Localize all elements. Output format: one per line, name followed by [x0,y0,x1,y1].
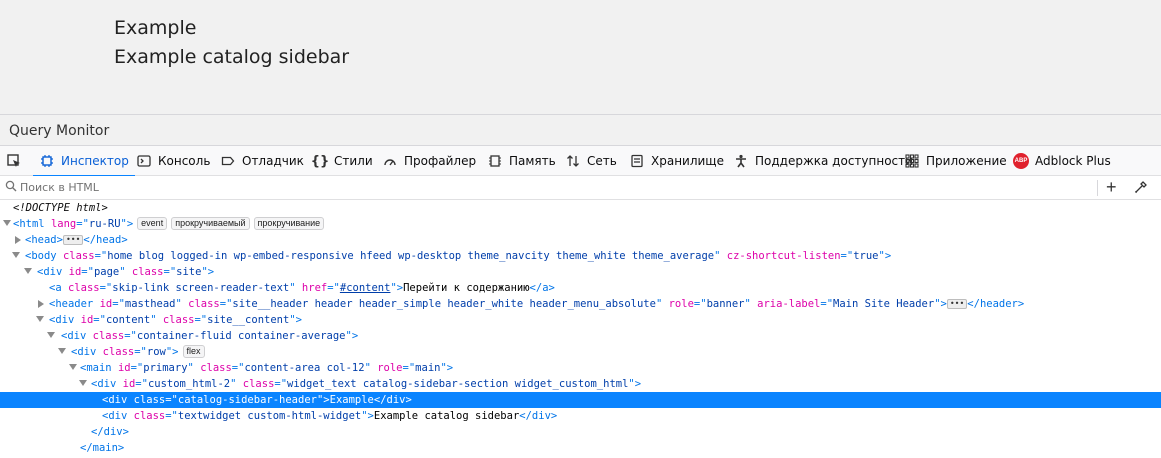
tree-row-selected[interactable]: <div class="catalog-sidebar-header">Exam… [0,392,1161,408]
tree-row-close-main[interactable]: </main> [0,440,1161,456]
tab-styles-label: Стили [334,154,373,168]
accessibility-icon [733,153,749,169]
catalog-sidebar-header-text: Example [114,17,197,39]
console-icon [136,153,152,169]
expand-toggle-icon[interactable] [12,252,20,258]
tab-accessibility[interactable]: Поддержка доступности [733,146,913,176]
scrolling-badge[interactable]: прокручивание [253,217,325,230]
tab-storage-label: Хранилище [651,154,724,168]
tree-row-widget[interactable]: <div id="custom_html-2" class="widget_te… [0,376,1161,392]
eyedropper-icon[interactable] [1134,180,1148,194]
tab-accessibility-label: Поддержка доступности [755,154,913,168]
memory-icon [487,153,503,169]
inspector-icon [39,153,55,169]
grid-icon [904,153,920,169]
tab-adblock-plus-label: Adblock Plus [1035,154,1111,168]
tab-application-label: Приложение [926,154,1007,168]
tree-row-textwidget[interactable]: <div class="textwidget custom-html-widge… [0,408,1161,424]
collapsed-ellipsis[interactable]: ••• [946,299,968,309]
tab-adblock-plus[interactable]: ABP Adblock Plus [1013,146,1111,176]
tree-row-skip-link[interactable]: <a class="skip-link screen-reader-text" … [0,280,1161,296]
collapsed-ellipsis[interactable]: ••• [62,235,84,245]
flex-badge[interactable]: flex [182,345,205,358]
tree-row-body[interactable]: <body class="home blog logged-in wp-embe… [0,248,1161,264]
search-icon [5,180,17,192]
tab-memory[interactable]: Память [487,146,556,176]
expand-toggle-icon[interactable] [38,300,44,308]
element-picker-button[interactable] [0,146,28,176]
expand-toggle-icon[interactable] [58,348,66,354]
query-monitor-title: Query Monitor [9,123,110,139]
search-input[interactable]: Поиск в HTML [20,181,99,194]
tab-debugger[interactable]: Отладчик [220,146,304,176]
profiler-icon [382,153,398,169]
tab-application[interactable]: Приложение [904,146,1007,176]
markup-tree: <!DOCTYPE html> <html lang="ru-RU"> event… [0,200,1161,458]
expand-toggle-icon[interactable] [36,316,44,322]
tab-debugger-label: Отладчик [242,154,304,168]
element-picker-icon [7,154,20,167]
tree-row-row-div[interactable]: <div class="row"> flex [0,344,1161,360]
query-monitor-bar[interactable]: Query Monitor [0,114,1161,145]
tab-network[interactable]: Сеть [565,146,617,176]
add-node-button[interactable]: + [1106,177,1117,197]
tree-row-content-div[interactable]: <div id="content" class="site__content"> [0,312,1161,328]
debugger-icon [220,153,236,169]
tree-row-doctype[interactable]: <!DOCTYPE html> [0,200,1161,216]
tab-inspector-label: Инспектор [61,154,129,168]
devtools-toolbar: Инспектор Консоль Отладчик {} Стили Проф… [0,145,1161,177]
expand-toggle-icon[interactable] [69,364,77,370]
content-anchor-link[interactable]: #content [340,282,391,294]
expand-toggle-icon[interactable] [47,332,55,338]
tab-profiler-label: Профайлер [404,154,477,168]
toolbar-separator [1097,180,1098,196]
scrollable-badge[interactable]: прокручиваемый [171,217,250,230]
network-icon [565,153,581,169]
tree-row-head[interactable]: <head> ••• </head> [0,232,1161,248]
tree-row-close-div[interactable]: </div> [0,424,1161,440]
event-badge[interactable]: event [137,217,168,230]
doctype-text: <!DOCTYPE html> [13,202,108,214]
tree-row-container[interactable]: <div class="container-fluid container-av… [0,328,1161,344]
expand-toggle-icon[interactable] [79,380,87,386]
tab-styles[interactable]: {} Стили [310,146,373,176]
html-search-bar: Поиск в HTML + [0,176,1161,200]
page-viewport: Example Example catalog sidebar [0,0,1161,114]
catalog-sidebar-text: Example catalog sidebar [114,46,350,68]
expand-toggle-icon[interactable] [15,236,21,244]
expand-toggle-icon[interactable] [24,268,32,274]
tree-row-page-div[interactable]: <div id="page" class="site"> [0,264,1161,280]
braces-icon: {} [310,153,330,169]
tab-console-label: Консоль [158,154,211,168]
tree-row-main[interactable]: <main id="primary" class="content-area c… [0,360,1161,376]
expand-toggle-icon[interactable] [3,220,11,226]
tab-console[interactable]: Консоль [136,146,210,176]
tab-profiler[interactable]: Профайлер [382,146,476,176]
tab-memory-label: Память [509,154,556,168]
tree-row-header[interactable]: <header id="masthead" class="site__heade… [0,296,1161,312]
tab-storage[interactable]: Хранилище [629,146,724,176]
tab-inspector[interactable]: Инспектор [33,146,135,177]
abp-icon: ABP [1013,153,1029,169]
storage-icon [629,153,645,169]
tree-row-html[interactable]: <html lang="ru-RU"> event прокручиваемый пр… [0,216,1161,232]
tab-network-label: Сеть [587,154,617,168]
